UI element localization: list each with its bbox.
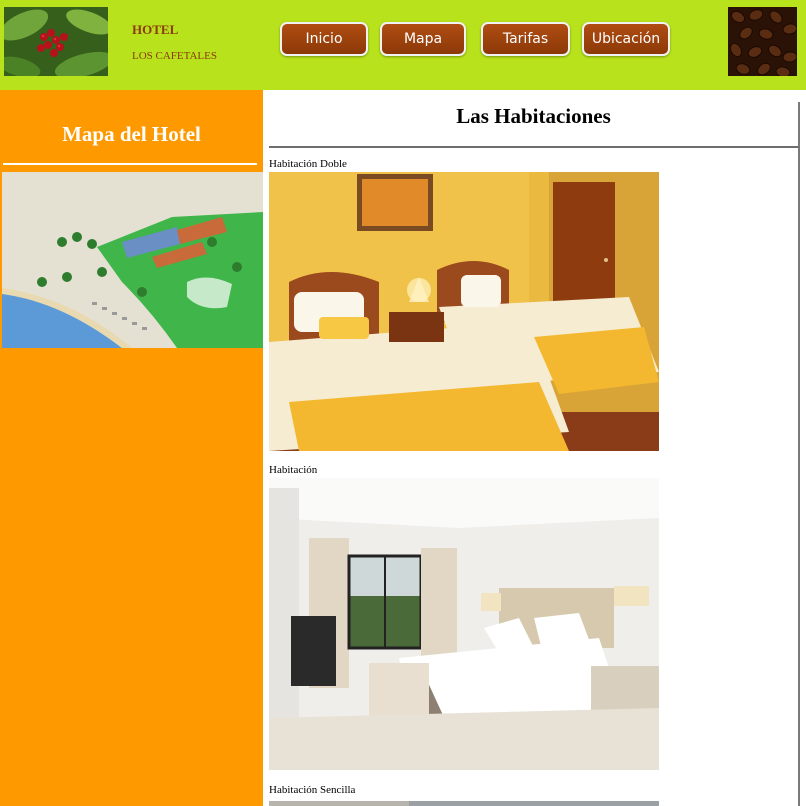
main-border — [798, 102, 800, 806]
room-label-doble: Habitación Doble — [269, 158, 347, 170]
room-photo[interactable] — [269, 478, 659, 770]
main-content: Las Habitaciones Habitación Doble Habita… — [263, 90, 806, 806]
single-room-photo[interactable] — [269, 797, 659, 806]
hotel-map-image[interactable] — [2, 172, 263, 348]
brand-title: HOTEL — [132, 22, 179, 37]
nav-mapa-button[interactable]: Mapa — [380, 22, 466, 56]
nav-ubicacion-button[interactable]: Ubicación — [582, 22, 670, 56]
sidebar-title: Mapa del Hotel — [62, 122, 201, 146]
page-title: Las Habitaciones — [456, 104, 611, 128]
sidebar: Mapa del Hotel — [0, 90, 263, 806]
nav-tarifas-button[interactable]: Tarifas — [481, 22, 570, 56]
room-label-habitacion: Habitación — [269, 464, 318, 476]
title-divider — [269, 146, 799, 148]
coffee-plant-image — [4, 7, 108, 76]
room-label-sencilla: Habitación Sencilla — [269, 784, 356, 796]
nav-inicio-button[interactable]: Inicio — [280, 22, 368, 56]
brand-subtitle: LOS CAFETALES — [132, 50, 217, 62]
sidebar-divider — [3, 163, 257, 165]
double-room-photo[interactable] — [269, 172, 659, 451]
coffee-beans-image — [728, 7, 797, 76]
site-header: HOTEL LOS CAFETALES Inicio Mapa Tarifas … — [0, 0, 806, 90]
